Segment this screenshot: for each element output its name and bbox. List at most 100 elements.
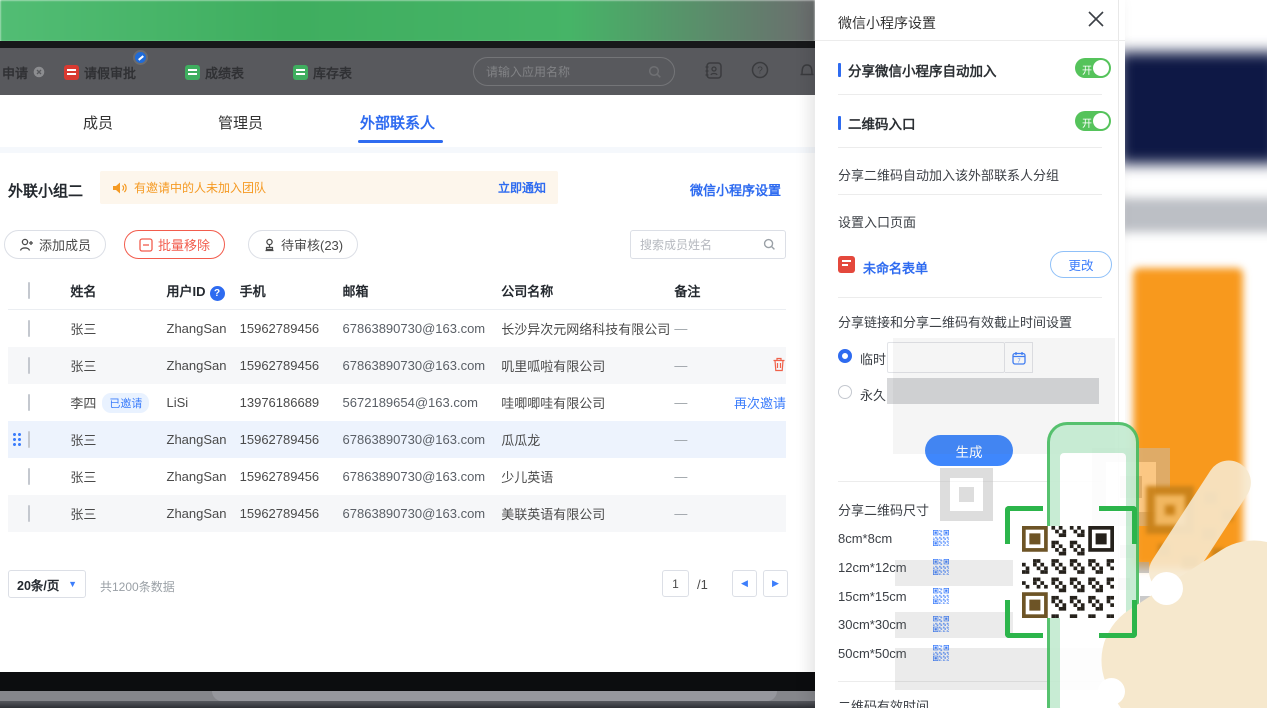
calendar-button[interactable]: 7: [1005, 342, 1033, 373]
add-person-icon: [19, 238, 33, 251]
qr-download-icon[interactable]: [933, 616, 949, 632]
prev-page-button[interactable]: ◀: [732, 570, 757, 597]
batch-remove-button[interactable]: 批量移除: [124, 230, 226, 259]
entry-page-label: 设置入口页面: [838, 215, 917, 230]
qr-entry-toggle[interactable]: 开: [1075, 111, 1111, 131]
active-subtab-indicator: [358, 140, 443, 143]
qr-size-row: 15cm*15cm: [838, 586, 949, 606]
member-search-placeholder: 搜索成员姓名: [640, 238, 713, 252]
table-row: 张三 ZhangSan 15962789456 67863890730@163.…: [8, 458, 786, 495]
col-company: 公司名称: [501, 284, 554, 299]
search-icon: [648, 65, 661, 78]
close-icon[interactable]: [1087, 10, 1105, 28]
table-row: 张三 ZhangSan 15962789456 67863890730@163.…: [8, 310, 786, 347]
svg-text:7: 7: [1017, 358, 1020, 364]
page-number-input[interactable]: 1: [662, 570, 689, 597]
next-page-button[interactable]: ▶: [763, 570, 788, 597]
laptop-hinge-notch: [212, 691, 777, 701]
browser-tab-leave-approval[interactable]: 请假审批: [64, 62, 136, 82]
total-count-label: 共1200条数据: [100, 580, 175, 594]
leave-approval-icon: [64, 64, 79, 80]
table-row: 张三 ZhangSan 15962789456 67863890730@163.…: [8, 421, 786, 458]
qr-download-icon[interactable]: [933, 530, 949, 546]
qr-download-icon[interactable]: [933, 645, 949, 661]
table-row: 张三 ZhangSan 15962789456 67863890730@163.…: [8, 495, 786, 532]
change-button[interactable]: 更改: [1050, 251, 1112, 278]
tab-pin-badge-icon: [133, 50, 148, 65]
tab-members[interactable]: 成员: [83, 112, 113, 133]
user-id-help-icon[interactable]: ?: [209, 285, 225, 301]
share-group-text: 分享二维码自动加入该外部联系人分组: [838, 168, 1060, 183]
delete-icon[interactable]: [772, 357, 786, 372]
drag-handle[interactable]: [12, 432, 21, 446]
member-search-input[interactable]: 搜索成员姓名: [630, 230, 786, 259]
qr-size-row: 50cm*50cm: [838, 643, 949, 663]
tab-external-contacts[interactable]: 外部联系人: [360, 112, 435, 133]
temporary-radio[interactable]: [838, 349, 852, 363]
tab-close-icon[interactable]: [33, 66, 45, 78]
add-member-button[interactable]: 添加成员: [4, 230, 107, 259]
tab-admins[interactable]: 管理员: [218, 112, 263, 133]
qr-size-row: 8cm*8cm: [838, 528, 949, 548]
bell-icon[interactable]: [798, 61, 816, 79]
row-checkbox[interactable]: [28, 505, 30, 522]
notice-text: 有邀请中的人未加入团队: [134, 181, 267, 195]
generate-button[interactable]: 生成: [925, 435, 1013, 466]
qr-valid-time-label: 二维码有效时间: [838, 699, 930, 708]
pending-review-button[interactable]: 待审核(23): [248, 230, 359, 259]
panel-title: 微信小程序设置: [838, 15, 936, 31]
qr-size-row: 12cm*12cm: [838, 557, 949, 577]
notify-now-link[interactable]: 立即通知: [498, 179, 546, 196]
group-title: 外联小组二: [8, 183, 84, 200]
page-size-select[interactable]: 20条/页 ▼: [8, 570, 86, 598]
qr-download-icon[interactable]: [933, 588, 949, 604]
expiry-date-input[interactable]: [887, 342, 1005, 373]
table-header-row: 姓名 用户ID? 手机 邮箱 公司名称 备注: [8, 272, 786, 310]
table-row: 李四 已邀请 LiSi 13976186689 5672189654@163.c…: [8, 384, 786, 421]
row-checkbox[interactable]: [28, 431, 30, 448]
browser-tab-label: 库存表: [313, 65, 353, 81]
permanent-disabled-field: [887, 378, 1099, 404]
select-all-checkbox[interactable]: [28, 282, 30, 299]
external-contacts-table: 姓名 用户ID? 手机 邮箱 公司名称 备注 张三 ZhangSan 15962…: [8, 272, 786, 532]
col-email: 邮箱: [342, 284, 369, 299]
browser-tab-stock-sheet[interactable]: 库存表: [293, 62, 352, 82]
permanent-radio[interactable]: [838, 385, 852, 399]
form-name-link[interactable]: 未命名表单: [863, 258, 928, 277]
col-name: 姓名: [70, 284, 97, 299]
browser-tab-label: 请假审批: [84, 65, 137, 81]
app-search-placeholder: 请输入应用名称: [486, 65, 571, 79]
row-checkbox[interactable]: [28, 394, 30, 411]
browser-tab-bar: 申请 请假审批 成绩表 库存表 请输入应用名称 ?: [0, 48, 816, 142]
permanent-label: 永久: [860, 388, 887, 403]
contacts-icon[interactable]: [704, 61, 723, 80]
stock-sheet-icon: [293, 64, 308, 80]
table-row: 张三 ZhangSan 15962789456 67863890730@163.…: [8, 347, 786, 384]
remove-icon: [139, 237, 153, 252]
qr-download-icon[interactable]: [933, 559, 949, 575]
page-total-label: /1: [697, 577, 708, 592]
screenshot-root: 申请 请假审批 成绩表 库存表 请输入应用名称 ? 成员 管理员 外部联系人 外…: [0, 0, 1267, 708]
row-checkbox[interactable]: [28, 320, 30, 337]
app-search-input[interactable]: 请输入应用名称: [473, 57, 675, 86]
auto-join-toggle[interactable]: 开: [1075, 58, 1111, 78]
search-icon: [763, 238, 775, 250]
help-icon[interactable]: ?: [751, 61, 769, 79]
invite-notice-banner: 有邀请中的人未加入团队 立即通知: [100, 171, 558, 204]
calendar-icon: 7: [1011, 351, 1026, 365]
row-checkbox[interactable]: [28, 357, 30, 374]
qr-entry-label: 二维码入口: [838, 113, 916, 133]
mini-program-settings-link[interactable]: 微信小程序设置: [690, 180, 781, 199]
reinvite-link[interactable]: 再次邀请: [719, 393, 786, 412]
browser-tab-active[interactable]: 申请: [2, 62, 45, 82]
page-background: [1125, 0, 1267, 708]
qr-size-row: 30cm*30cm: [838, 614, 949, 634]
invited-badge: 已邀请: [102, 392, 150, 413]
member-nav-tabs: 成员 管理员 外部联系人: [0, 95, 815, 147]
row-checkbox[interactable]: [28, 468, 30, 485]
browser-tab-label: 申请: [2, 65, 29, 81]
stamp-icon: [265, 238, 274, 251]
browser-tab-score-sheet[interactable]: 成绩表: [185, 62, 244, 82]
auto-join-label: 分享微信小程序自动加入: [838, 60, 997, 80]
temporary-label: 临时: [860, 352, 887, 367]
